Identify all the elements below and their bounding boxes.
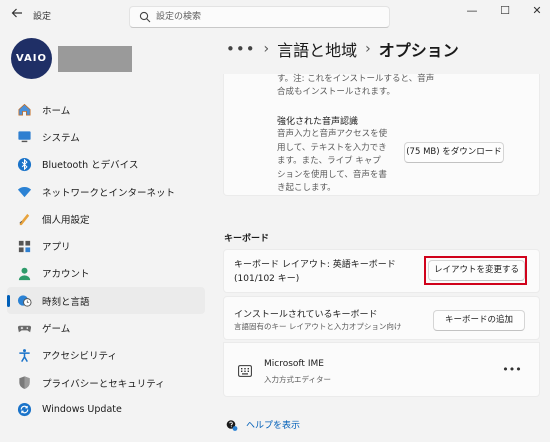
sidebar-item-label: Bluetooth とデバイス xyxy=(42,160,139,172)
sidebar-item-gaming[interactable]: ゲーム xyxy=(7,314,205,341)
maximize-button[interactable]: ☐ xyxy=(494,2,516,20)
profile-name-redacted xyxy=(58,46,132,72)
personalization-icon xyxy=(16,211,32,227)
ime-more-options-button[interactable]: ••• xyxy=(502,363,522,379)
apps-icon xyxy=(16,238,32,254)
avatar[interactable]: VAIO xyxy=(11,38,52,79)
breadcrumb-item-language-region[interactable]: 言語と地域 xyxy=(277,37,357,61)
breadcrumb-separator-icon: › xyxy=(263,41,270,57)
ime-subtitle: 入力方式エディター xyxy=(264,375,331,384)
keyboard-icon xyxy=(238,365,252,377)
installed-keyboards-subtitle: 言語固有のキー レイアウトと入力オプション向け xyxy=(234,322,402,331)
avatar-logo: VAIO xyxy=(15,53,48,64)
sidebar-item-apps[interactable]: アプリ xyxy=(7,232,205,259)
sidebar-item-label: ゲーム xyxy=(42,324,71,336)
sidebar-item-privacy[interactable]: プライバシーとセキュリティ xyxy=(7,369,205,396)
account-icon xyxy=(16,265,32,281)
highlight-box xyxy=(424,256,527,285)
home-icon xyxy=(16,102,32,118)
sidebar-item-personalization[interactable]: 個人用設定 xyxy=(7,205,205,232)
sidebar-item-network[interactable]: ネットワークとインターネット xyxy=(7,178,205,205)
sidebar-item-bluetooth[interactable]: Bluetooth とデバイス xyxy=(7,151,205,178)
installed-keyboards-title: インストールされているキーボード xyxy=(234,310,378,320)
windows-update-icon xyxy=(16,402,32,418)
sidebar-item-label: 個人用設定 xyxy=(42,214,90,226)
search-box[interactable] xyxy=(129,6,390,28)
speech-options-card: す。注: これをインストールすると、音声合成もインストールされます。 強化された… xyxy=(223,74,540,196)
enhanced-speech-title: 強化された音声認識 xyxy=(277,117,359,127)
sidebar-item-label: Windows Update xyxy=(42,404,122,416)
network-icon xyxy=(16,184,32,200)
title-bar: 設定 — ☐ ✕ xyxy=(0,0,550,30)
sidebar-item-label: アクセシビリティ xyxy=(42,351,117,363)
installed-keyboards-card: インストールされているキーボード 言語固有のキー レイアウトと入力オプション向け… xyxy=(223,296,540,340)
gaming-icon xyxy=(16,320,32,336)
system-icon xyxy=(16,129,32,145)
search-icon xyxy=(139,11,151,23)
sidebar-item-label: 時刻と言語 xyxy=(42,296,90,308)
keyboard-section-label: キーボード xyxy=(224,234,270,244)
sidebar-item-home[interactable]: ホーム xyxy=(7,96,205,123)
add-keyboard-button[interactable]: キーボードの追加 xyxy=(433,310,525,331)
sidebar-item-windows-update[interactable]: Windows Update xyxy=(7,396,205,423)
microsoft-ime-row[interactable]: Microsoft IME 入力方式エディター ••• xyxy=(223,342,540,397)
sidebar-item-label: ネットワークとインターネット xyxy=(42,187,176,199)
sidebar-item-label: アカウント xyxy=(42,269,90,281)
keyboard-layout-text: キーボード レイアウト: 英語キーボード (101/102 キー) xyxy=(234,260,396,284)
bluetooth-icon xyxy=(16,156,32,172)
sidebar: ホーム システム Bluetooth とデバイス ネットワークとインターネット … xyxy=(7,96,205,424)
speech-cut-description: す。注: これをインストールすると、音声合成もインストールされます。 xyxy=(277,74,435,97)
sidebar-item-system[interactable]: システム xyxy=(7,123,205,150)
download-button[interactable]: (75 MB) をダウンロード xyxy=(404,142,504,163)
privacy-icon xyxy=(16,375,32,391)
search-input[interactable] xyxy=(156,8,384,26)
sidebar-item-time-language[interactable]: 時刻と言語 xyxy=(7,287,205,315)
sidebar-item-label: ホーム xyxy=(42,105,71,117)
time-language-icon xyxy=(16,293,32,309)
ime-title: Microsoft IME xyxy=(264,359,324,369)
sidebar-item-label: アプリ xyxy=(42,242,71,254)
help-section: ヘルプを表示 xyxy=(226,418,300,431)
page-title: オプション xyxy=(378,41,459,60)
sidebar-item-accounts[interactable]: アカウント xyxy=(7,260,205,287)
close-button[interactable]: ✕ xyxy=(526,2,548,20)
back-button[interactable] xyxy=(8,6,26,24)
breadcrumb-overflow-button[interactable]: ••• xyxy=(226,40,256,58)
help-icon xyxy=(226,419,238,431)
minimize-button[interactable]: — xyxy=(461,2,483,20)
accessibility-icon xyxy=(16,347,32,363)
sidebar-item-label: システム xyxy=(42,132,80,144)
app-title: 設定 xyxy=(33,12,52,22)
enhanced-speech-description: 音声入力と音声アクセスを使用して、テキストを入力できます。また、ライブ キャプシ… xyxy=(277,129,388,193)
back-arrow-icon xyxy=(11,8,22,18)
sidebar-item-accessibility[interactable]: アクセシビリティ xyxy=(7,342,205,369)
sidebar-item-label: プライバシーとセキュリティ xyxy=(42,378,165,390)
breadcrumb: ••• › 言語と地域 › オプション xyxy=(226,36,459,62)
help-link[interactable]: ヘルプを表示 xyxy=(246,418,300,431)
breadcrumb-separator-icon: › xyxy=(365,41,371,57)
